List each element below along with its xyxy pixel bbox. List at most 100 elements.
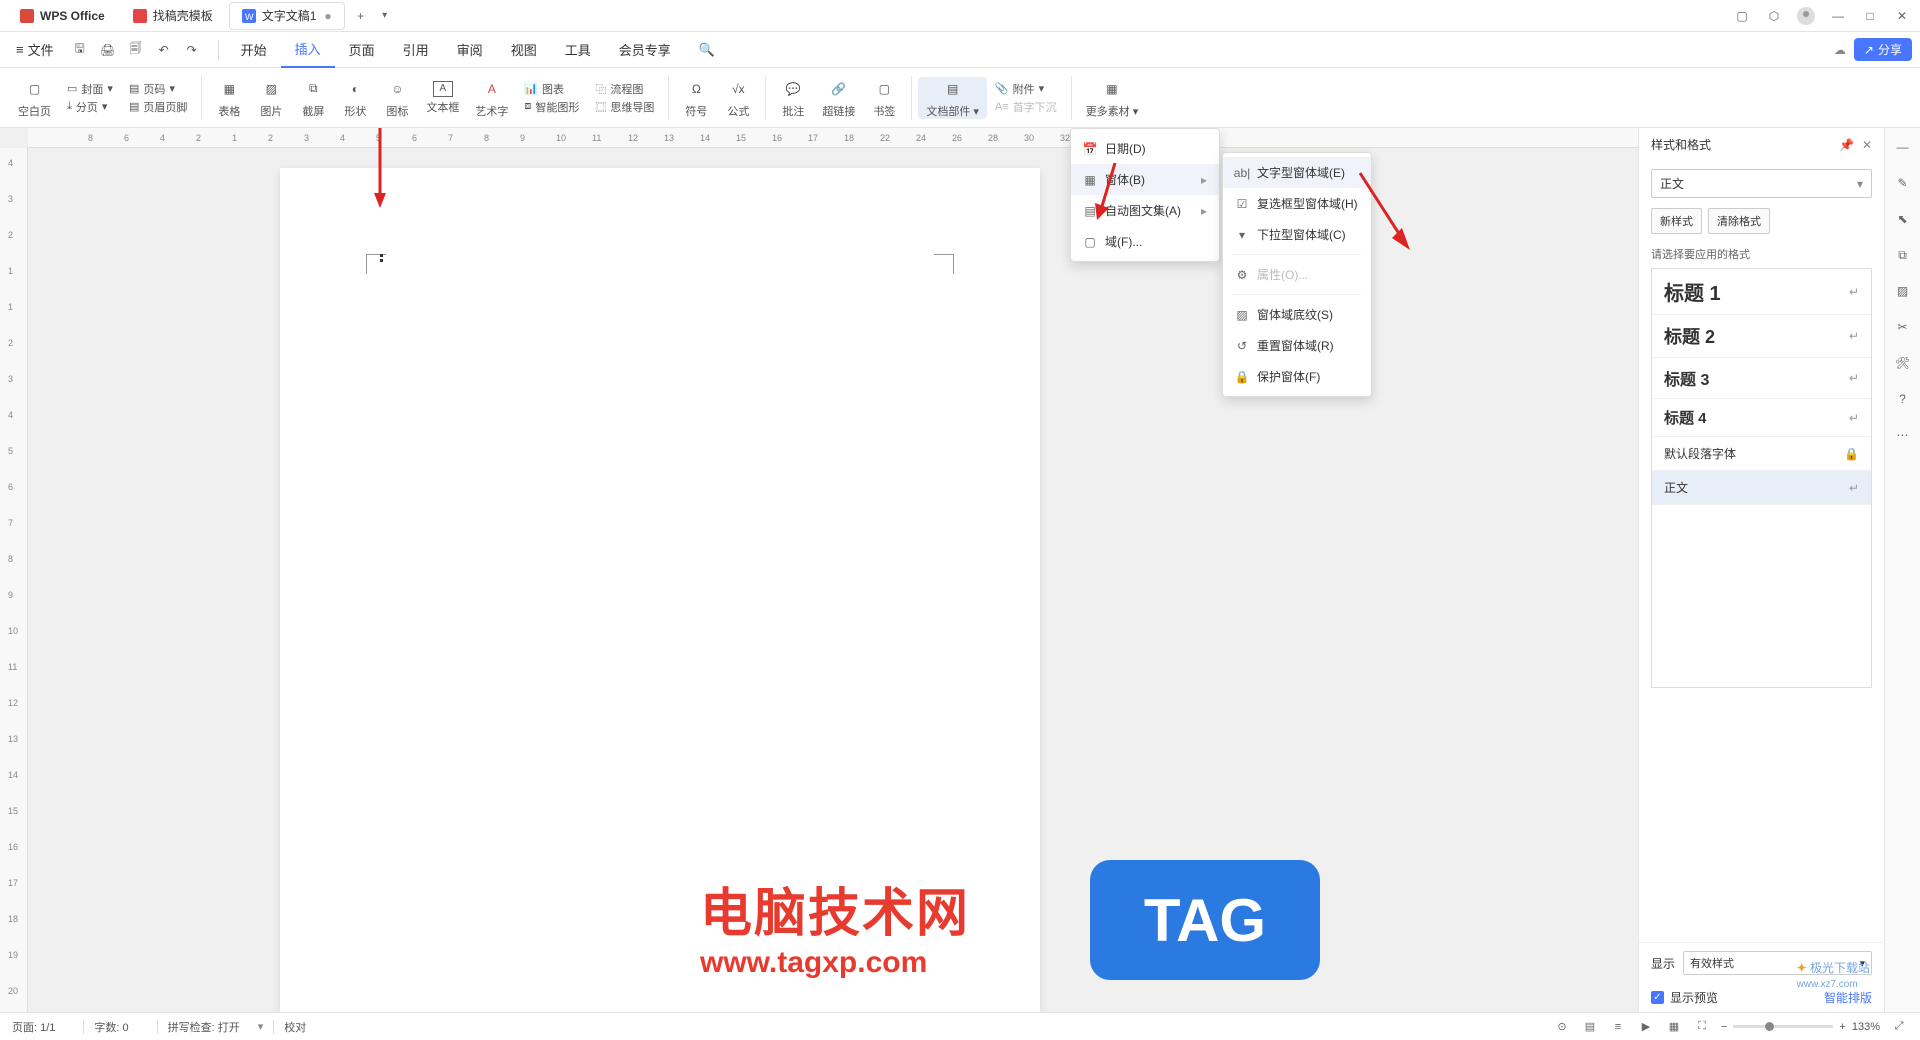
menu-field[interactable]: ▢域(F)... (1071, 226, 1219, 257)
fit-icon[interactable]: ⤢ (1890, 1018, 1908, 1036)
chart-smartart-group[interactable]: 📊 图表 ⧈ 智能图形 (516, 81, 587, 115)
maximize-icon[interactable]: □ (1860, 6, 1880, 26)
style-item-h3[interactable]: 标题 3↵ (1652, 358, 1871, 399)
equation-button[interactable]: √x公式 (717, 77, 759, 119)
cloud-icon[interactable]: ☁ (1834, 43, 1846, 57)
app-tab[interactable]: WPS Office (8, 2, 117, 30)
scissors-icon[interactable]: ✂ (1892, 316, 1914, 338)
word-count[interactable]: 字数: 0 (94, 1019, 128, 1035)
menu-form[interactable]: ▦窗体(B)▸ (1071, 164, 1219, 195)
read-view-icon[interactable]: ▶ (1637, 1018, 1655, 1036)
menu-dropdown-form[interactable]: ▾下拉型窗体域(C) (1223, 219, 1371, 250)
outline-view-icon[interactable]: ≡ (1609, 1018, 1627, 1036)
tab-reference[interactable]: 引用 (389, 32, 443, 68)
close-icon[interactable]: ✕ (1862, 138, 1872, 152)
menu-date[interactable]: 📅日期(D) (1071, 133, 1219, 164)
cube-icon[interactable]: ⬡ (1764, 6, 1784, 26)
textbox-button[interactable]: A文本框 (418, 81, 467, 115)
shapes-button[interactable]: ◐形状 (334, 77, 376, 119)
focus-mode-icon[interactable]: ⊙ (1553, 1018, 1571, 1036)
proofing-status[interactable]: 校对 (284, 1019, 306, 1035)
current-style-dropdown[interactable]: 正文▾ (1651, 169, 1872, 198)
tab-list-button[interactable]: ▾ (373, 4, 397, 28)
icons-button[interactable]: ☺图标 (376, 77, 418, 119)
web-view-icon[interactable]: ▦ (1665, 1018, 1683, 1036)
more-icon[interactable]: ⋯ (1892, 424, 1914, 446)
flowchart-mindmap-group[interactable]: ⿻ 流程图 ⿴ 思维导图 (587, 81, 662, 115)
horizontal-ruler[interactable]: document.write('') 864212345678910111213… (28, 128, 1638, 148)
menu-text-form[interactable]: ab|文字型窗体域(E) (1223, 157, 1371, 188)
selection-pane-icon[interactable]: ⧉ (1892, 244, 1914, 266)
screenshot-button[interactable]: ⧉截屏 (292, 77, 334, 119)
document-page[interactable] (280, 168, 1040, 1012)
save-icon[interactable]: 🖫 (70, 40, 90, 60)
style-item-default[interactable]: 默认段落字体🔒 (1652, 437, 1871, 471)
vertical-ruler[interactable]: 43211234567891011121314151617181920 (0, 148, 28, 1012)
smart-layout-link[interactable]: 智能排版 (1824, 989, 1872, 1006)
page-number-group[interactable]: ▤ 页码 ▾ ▤ 页眉页脚 (121, 81, 195, 115)
menu-form-shading[interactable]: ▨窗体域底纹(S) (1223, 299, 1371, 330)
page-view-icon[interactable]: ▤ (1581, 1018, 1599, 1036)
table-button[interactable]: ▦表格 (208, 77, 250, 119)
undo-icon[interactable]: ↶ (154, 40, 174, 60)
zoom-slider[interactable] (1733, 1025, 1833, 1028)
comment-button[interactable]: 💬批注 (772, 77, 814, 119)
bookmark-button[interactable]: ▢书签 (863, 77, 905, 119)
blank-page-button[interactable]: ▢空白页 (10, 77, 59, 119)
file-menu[interactable]: ≡ 文件 (8, 36, 62, 64)
menu-autotext[interactable]: ▤自动图文集(A)▸ (1071, 195, 1219, 226)
page-indicator[interactable]: 页面: 1/1 (12, 1019, 55, 1035)
style-item-h2[interactable]: 标题 2↵ (1652, 315, 1871, 358)
wordart-button[interactable]: A艺术字 (467, 77, 516, 119)
style-item-body[interactable]: 正文↵ (1652, 471, 1871, 505)
minimize-icon[interactable]: — (1828, 6, 1848, 26)
canvas-area[interactable]: document.write('') 864212345678910111213… (0, 128, 1638, 1012)
window-layout-icon[interactable]: ▢ (1732, 6, 1752, 26)
image-icon[interactable]: ▨ (1892, 280, 1914, 302)
tab-review[interactable]: 审阅 (443, 32, 497, 68)
tab-tools[interactable]: 工具 (551, 32, 605, 68)
clear-format-button[interactable]: 清除格式 (1708, 208, 1770, 234)
collapse-icon[interactable]: — (1892, 136, 1914, 158)
tab-member[interactable]: 会员专享 (605, 32, 685, 68)
zoom-control[interactable]: − + 133% (1721, 1021, 1880, 1033)
tab-start[interactable]: 开始 (227, 32, 281, 68)
menu-checkbox-form[interactable]: ☑复选框型窗体域(H) (1223, 188, 1371, 219)
preview-checkbox[interactable]: ✓ (1651, 991, 1664, 1004)
cover-page-group[interactable]: ▭ 封面 ▾ ⤓ 分页 ▾ (59, 81, 121, 115)
print-icon[interactable]: 🖨 (98, 40, 118, 60)
help-icon[interactable]: ? (1892, 388, 1914, 410)
style-item-h4[interactable]: 标题 4↵ (1652, 399, 1871, 437)
spell-check-status[interactable]: 拼写检查: 打开 (168, 1019, 240, 1035)
new-style-button[interactable]: 新样式 (1651, 208, 1702, 234)
new-tab-button[interactable]: + (349, 4, 373, 28)
tab-page[interactable]: 页面 (335, 32, 389, 68)
redo-icon[interactable]: ↷ (182, 40, 202, 60)
symbol-button[interactable]: Ω符号 (675, 77, 717, 119)
zoom-out-icon[interactable]: − (1721, 1021, 1727, 1033)
avatar-icon[interactable] (1796, 6, 1816, 26)
hyperlink-button[interactable]: 🔗超链接 (814, 77, 863, 119)
template-tab[interactable]: 找稿壳模板 (121, 2, 225, 30)
tools-icon[interactable]: 🛠 (1892, 352, 1914, 374)
menu-reset-form[interactable]: ↺重置窗体域(R) (1223, 330, 1371, 361)
more-material-button[interactable]: ▦更多素材 ▾ (1078, 77, 1147, 119)
style-item-h1[interactable]: 标题 1↵ (1652, 269, 1871, 315)
menu-protect-form[interactable]: 🔒保护窗体(F) (1223, 361, 1371, 392)
picture-button[interactable]: ▨图片 (250, 77, 292, 119)
style-list[interactable]: 标题 1↵ 标题 2↵ 标题 3↵ 标题 4↵ 默认段落字体🔒 正文↵ (1651, 268, 1872, 688)
document-tab[interactable]: W 文字文稿1 ● (229, 2, 345, 30)
pin-icon[interactable]: 📌 (1839, 138, 1854, 152)
doc-parts-button[interactable]: ▤文档部件 ▾ (918, 77, 987, 119)
share-button[interactable]: ↗ 分享 (1854, 38, 1912, 61)
close-icon[interactable]: ✕ (1892, 6, 1912, 26)
fullscreen-icon[interactable]: ⛶ (1693, 1018, 1711, 1036)
attachment-dropcap-group[interactable]: 📎 附件 ▾ A≡ 首字下沉 (987, 81, 1065, 115)
preview-icon[interactable]: 🗐 (126, 40, 146, 60)
tab-insert[interactable]: 插入 (281, 32, 335, 68)
select-icon[interactable]: ⬉ (1892, 208, 1914, 230)
zoom-value[interactable]: 133% (1852, 1021, 1880, 1033)
pencil-icon[interactable]: ✎ (1892, 172, 1914, 194)
tab-close-icon[interactable]: ● (324, 9, 331, 23)
tab-view[interactable]: 视图 (497, 32, 551, 68)
